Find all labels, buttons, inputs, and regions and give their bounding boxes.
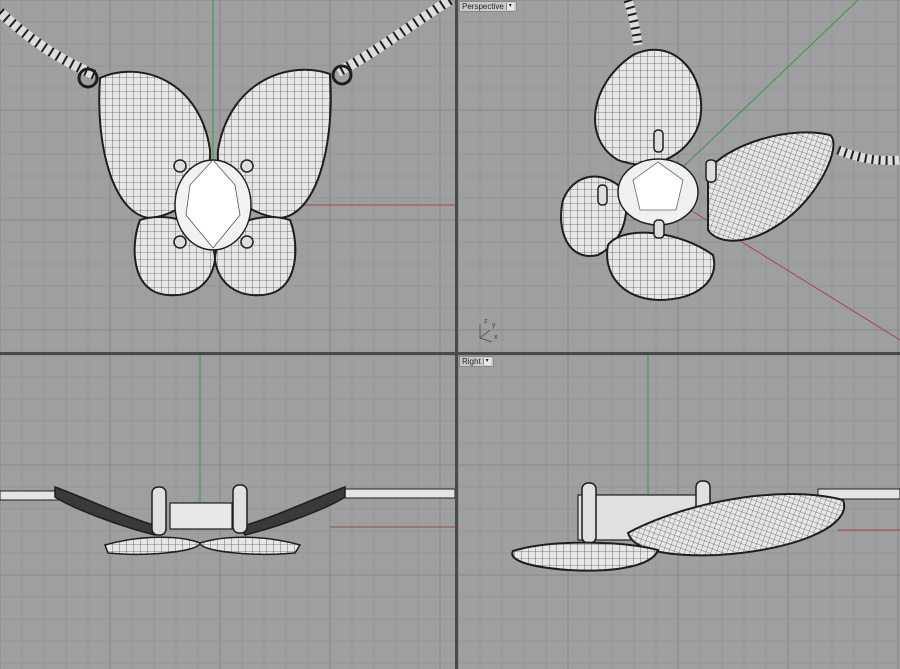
lower-wing-left [104,536,201,555]
lower-wing-right [606,231,716,302]
viewport-perspective[interactable]: Perspective ▾ z y x [458,0,900,352]
gemstone [169,502,233,530]
axis-z-label: z [484,318,488,325]
lower-wing [511,541,660,572]
axis-x-label: x [494,334,498,341]
viewport-perspective-canvas[interactable] [458,0,900,352]
prong [653,219,665,239]
viewport-label-text: Right [462,357,481,366]
upper-wing-right [707,131,835,242]
prong [597,184,608,206]
viewport-top[interactable] [0,0,455,352]
prong [240,159,254,173]
prong [653,129,664,153]
viewport-right[interactable]: Right ▾ [458,355,900,669]
chain-left [0,490,61,501]
necklace-chain-right [335,0,453,77]
viewport-grid: Perspective ▾ z y x Right ▾ [0,0,900,669]
viewport-title-perspective[interactable]: Perspective ▾ [459,1,517,12]
chevron-down-icon[interactable]: ▾ [505,3,514,10]
prong [232,484,248,534]
prong [151,486,167,536]
axis-y-label: y [492,322,496,329]
lower-wing-right [199,536,302,555]
prong [705,159,717,183]
viewport-front[interactable] [0,355,455,669]
upper-wing-left [54,485,162,536]
viewport-front-canvas[interactable] [0,355,455,669]
viewport-top-canvas[interactable] [0,0,455,352]
viewport-label-text: Perspective [462,2,504,11]
chain-right [344,488,455,499]
viewport-title-right[interactable]: Right ▾ [459,356,494,367]
necklace-chain-right [836,145,900,165]
chevron-down-icon[interactable]: ▾ [482,358,491,365]
prong [240,235,254,249]
prong [581,482,597,544]
prong [173,235,187,249]
upper-wing-right [238,485,346,536]
viewport-right-canvas[interactable] [458,355,900,669]
prong [173,159,187,173]
upper-wing-left [594,48,703,166]
axis-triad-icon: z y x [474,314,514,344]
